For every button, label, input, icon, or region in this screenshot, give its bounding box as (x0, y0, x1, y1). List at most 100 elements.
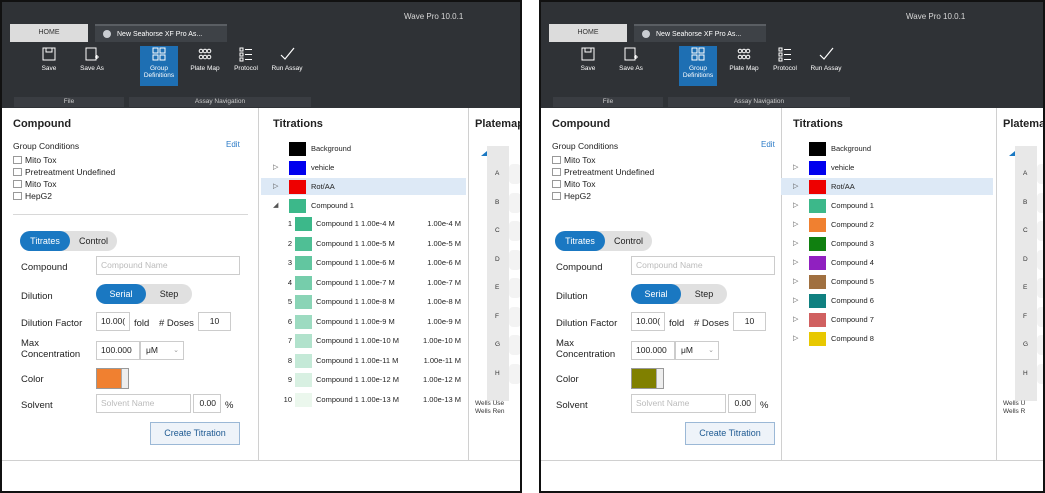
plate-well[interactable] (509, 278, 520, 298)
run-assay-button[interactable]: Run Assay (268, 46, 306, 86)
compound-name-input[interactable]: Compound Name (631, 256, 775, 275)
plate-well[interactable] (1037, 192, 1043, 213)
serial-option[interactable]: Serial (631, 284, 681, 304)
expand-arrow-icon[interactable]: ▷ (273, 178, 278, 195)
titration-row[interactable]: ▷ vehicle (781, 159, 993, 176)
protocol-button[interactable]: Protocol (227, 46, 265, 86)
titration-row[interactable]: ▷ Rot/AA (781, 178, 993, 195)
expand-arrow-icon[interactable]: ▷ (273, 159, 278, 176)
color-picker[interactable] (96, 368, 129, 389)
titration-dose-row[interactable]: 1 Compound 1 1.00e-4 M 1.00e-4 M (262, 215, 467, 233)
create-titration-button[interactable]: Create Titration (150, 422, 240, 445)
edit-link[interactable]: Edit (226, 140, 240, 149)
expand-arrow-icon[interactable]: ▷ (793, 235, 798, 252)
unit-select[interactable]: μM ⌄ (140, 341, 184, 360)
titration-row[interactable]: ▷ Compound 3 (781, 235, 993, 252)
titration-dose-row[interactable]: 6 Compound 1 1.00e-9 M 1.00e-9 M (262, 313, 467, 331)
solvent-percent-input[interactable]: 0.00 (193, 394, 221, 413)
tab-home[interactable]: HOME (549, 24, 627, 42)
save-button[interactable]: Save (569, 46, 607, 86)
save-button[interactable]: Save (30, 46, 68, 86)
titration-row[interactable]: Background (261, 140, 466, 157)
titrates-control-toggle[interactable]: Titrates Control (555, 231, 652, 251)
titration-row[interactable]: ▷ Compound 8 (781, 330, 993, 347)
titrates-option[interactable]: Titrates (20, 231, 70, 251)
protocol-button[interactable]: Protocol (766, 46, 804, 86)
expand-arrow-icon[interactable]: ▷ (793, 197, 798, 214)
titration-dose-row[interactable]: 9 Compound 1 1.00e-12 M 1.00e-12 M (262, 371, 467, 389)
titration-dose-row[interactable]: 3 Compound 1 1.00e-6 M 1.00e-6 M (262, 254, 467, 272)
expand-arrow-icon[interactable]: ▷ (793, 254, 798, 271)
solvent-name-input[interactable]: Solvent Name (96, 394, 191, 413)
plate-well[interactable] (509, 221, 520, 241)
plate-well[interactable] (1037, 164, 1043, 184)
titration-row[interactable]: Background (781, 140, 993, 157)
titration-dose-row[interactable]: 4 Compound 1 1.00e-7 M 1.00e-7 M (262, 274, 467, 292)
expand-arrow-icon[interactable]: ▷ (793, 178, 798, 195)
titration-dose-row[interactable]: 10 Compound 1 1.00e-13 M 1.00e-13 M (262, 391, 467, 409)
plate-well[interactable] (509, 192, 520, 213)
titration-dose-row[interactable]: 8 Compound 1 1.00e-11 M 1.00e-11 M (262, 352, 467, 370)
titration-row[interactable]: ▷ vehicle (261, 159, 466, 176)
save-as-button[interactable]: Save As (612, 46, 650, 86)
plate-well[interactable] (1037, 335, 1043, 355)
titration-row[interactable]: ▷ Compound 4 (781, 254, 993, 271)
tab-home[interactable]: HOME (10, 24, 88, 42)
titration-row[interactable]: ◢ Compound 1 (261, 197, 466, 214)
max-concentration-input[interactable]: 100.000 (631, 341, 675, 360)
tab-document[interactable]: New Seahorse XF Pro As... (95, 24, 227, 42)
plate-well[interactable] (509, 363, 520, 384)
plate-well[interactable] (1037, 249, 1043, 270)
expand-arrow-icon[interactable]: ▷ (793, 330, 798, 347)
doses-input[interactable]: 10 (733, 312, 766, 331)
solvent-name-input[interactable]: Solvent Name (631, 394, 726, 413)
expand-arrow-icon[interactable]: ▷ (793, 159, 798, 176)
titrates-option[interactable]: Titrates (555, 231, 605, 251)
titration-dose-row[interactable]: 7 Compound 1 1.00e-10 M 1.00e-10 M (262, 332, 467, 350)
tab-document[interactable]: New Seahorse XF Pro As... (634, 24, 766, 42)
edit-link[interactable]: Edit (761, 140, 775, 149)
compound-name-input[interactable]: Compound Name (96, 256, 240, 275)
plate-map-button[interactable]: Plate Map (725, 46, 763, 86)
group-definitions-button[interactable]: Group Definitions (140, 46, 178, 86)
dilution-factor-input[interactable]: 10.00( (631, 312, 665, 331)
plate-well[interactable] (509, 335, 520, 355)
titration-dose-row[interactable]: 2 Compound 1 1.00e-5 M 1.00e-5 M (262, 235, 467, 253)
plate-map-button[interactable]: Plate Map (186, 46, 224, 86)
save-as-button[interactable]: Save As (73, 46, 111, 86)
titration-row[interactable]: ▷ Compound 7 (781, 311, 993, 328)
solvent-percent-input[interactable]: 0.00 (728, 394, 756, 413)
plate-well[interactable] (1037, 363, 1043, 384)
group-definitions-button[interactable]: Group Definitions (679, 46, 717, 86)
serial-option[interactable]: Serial (96, 284, 146, 304)
expand-arrow-icon[interactable]: ◢ (273, 197, 278, 214)
step-option[interactable]: Step (146, 284, 192, 304)
color-picker[interactable] (631, 368, 664, 389)
titration-row[interactable]: ▷ Compound 6 (781, 292, 993, 309)
titration-dose-row[interactable]: 5 Compound 1 1.00e-8 M 1.00e-8 M (262, 293, 467, 311)
expand-arrow-icon[interactable]: ▷ (793, 311, 798, 328)
expand-arrow-icon[interactable]: ▷ (793, 216, 798, 233)
titration-row[interactable]: ▷ Compound 1 (781, 197, 993, 214)
dilution-toggle[interactable]: Serial Step (96, 284, 192, 304)
control-option[interactable]: Control (70, 231, 117, 251)
plate-well[interactable] (1037, 306, 1043, 327)
plate-well[interactable] (509, 164, 520, 184)
titrates-control-toggle[interactable]: Titrates Control (20, 231, 117, 251)
titration-row[interactable]: ▷ Compound 2 (781, 216, 993, 233)
titration-row[interactable]: ▷ Compound 5 (781, 273, 993, 290)
plate-well[interactable] (1037, 278, 1043, 298)
expand-arrow-icon[interactable]: ▷ (793, 273, 798, 290)
plate-well[interactable] (1037, 221, 1043, 241)
run-assay-button[interactable]: Run Assay (807, 46, 845, 86)
dilution-toggle[interactable]: Serial Step (631, 284, 727, 304)
max-concentration-input[interactable]: 100.000 (96, 341, 140, 360)
create-titration-button[interactable]: Create Titration (685, 422, 775, 445)
titration-row[interactable]: ▷ Rot/AA (261, 178, 466, 195)
dilution-factor-input[interactable]: 10.00( (96, 312, 130, 331)
plate-well[interactable] (509, 249, 520, 270)
unit-select[interactable]: μM ⌄ (675, 341, 719, 360)
expand-arrow-icon[interactable]: ▷ (793, 292, 798, 309)
plate-well[interactable] (509, 306, 520, 327)
control-option[interactable]: Control (605, 231, 652, 251)
